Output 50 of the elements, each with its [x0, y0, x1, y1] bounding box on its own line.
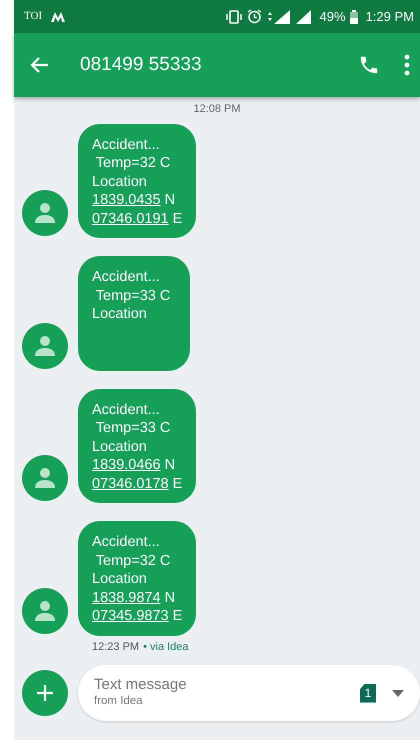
coordinate-link[interactable]: 1838.9874 — [92, 590, 161, 606]
contact-avatar-icon — [22, 190, 68, 236]
signal-icon — [266, 9, 292, 24]
plus-icon — [36, 684, 54, 702]
coordinate-link[interactable]: 07346.0178 — [92, 476, 169, 492]
message-line: Accident... — [92, 136, 161, 154]
message-line: Temp=33 C — [94, 286, 172, 305]
message-input-field[interactable]: Text message from Idea 1 — [78, 665, 420, 721]
dropdown-caret-icon[interactable] — [392, 690, 404, 696]
alarm-icon — [246, 9, 262, 24]
back-button[interactable] — [30, 55, 50, 75]
signal-icon — [296, 9, 312, 24]
message-line: Temp=32 C — [94, 154, 172, 172]
input-placeholder: Text message — [94, 676, 187, 693]
message-line: Accident... — [92, 533, 161, 552]
message-line: Location — [92, 305, 148, 324]
message-line: 1838.9874 N — [92, 588, 176, 607]
message-line: 1839.0435 N — [92, 191, 176, 210]
contact-avatar-icon — [22, 588, 68, 634]
contact-avatar-icon — [22, 455, 68, 501]
message-time: 12:23 PM — [92, 640, 140, 654]
date-divider: 12:08 PM — [192, 102, 242, 117]
message-line: Temp=33 C — [94, 419, 172, 438]
coordinate-link[interactable]: 07345.9873 — [92, 608, 169, 624]
message-line: Accident... — [92, 268, 161, 286]
message-line: 07345.9873 E — [92, 607, 182, 626]
carrier-name: TOI — [24, 9, 42, 24]
message-line: Accident... — [92, 400, 161, 419]
carrier-label: • via Idea — [143, 640, 189, 654]
sim-card-icon: 1 — [360, 684, 376, 702]
message-line: 1839.0466 N — [92, 456, 176, 474]
battery-level: 49% — [320, 8, 346, 26]
message-line: 07346.0178 E — [92, 474, 182, 493]
status-time: 1:29 PM — [366, 8, 414, 26]
coordinate-link[interactable]: 1839.0466 — [92, 457, 161, 473]
vibrate-icon — [224, 10, 243, 24]
coordinate-link[interactable]: 07346.0191 — [92, 210, 169, 226]
message-line: Location — [92, 438, 148, 456]
contact-avatar-icon — [22, 322, 68, 368]
message-line: Location — [92, 172, 148, 191]
message-line: Location — [92, 570, 148, 588]
contact-title: 081499 55333 — [80, 52, 202, 77]
message-line: 07346.0191 E — [92, 210, 182, 228]
attach-button[interactable] — [22, 670, 68, 716]
sim-label: from Idea — [94, 694, 144, 709]
battery-icon — [350, 10, 358, 24]
more-options-button[interactable] — [404, 54, 410, 76]
message-line: Temp=32 C — [94, 552, 172, 570]
call-button[interactable] — [358, 54, 380, 76]
coordinate-link[interactable]: 1839.0435 — [92, 192, 161, 208]
